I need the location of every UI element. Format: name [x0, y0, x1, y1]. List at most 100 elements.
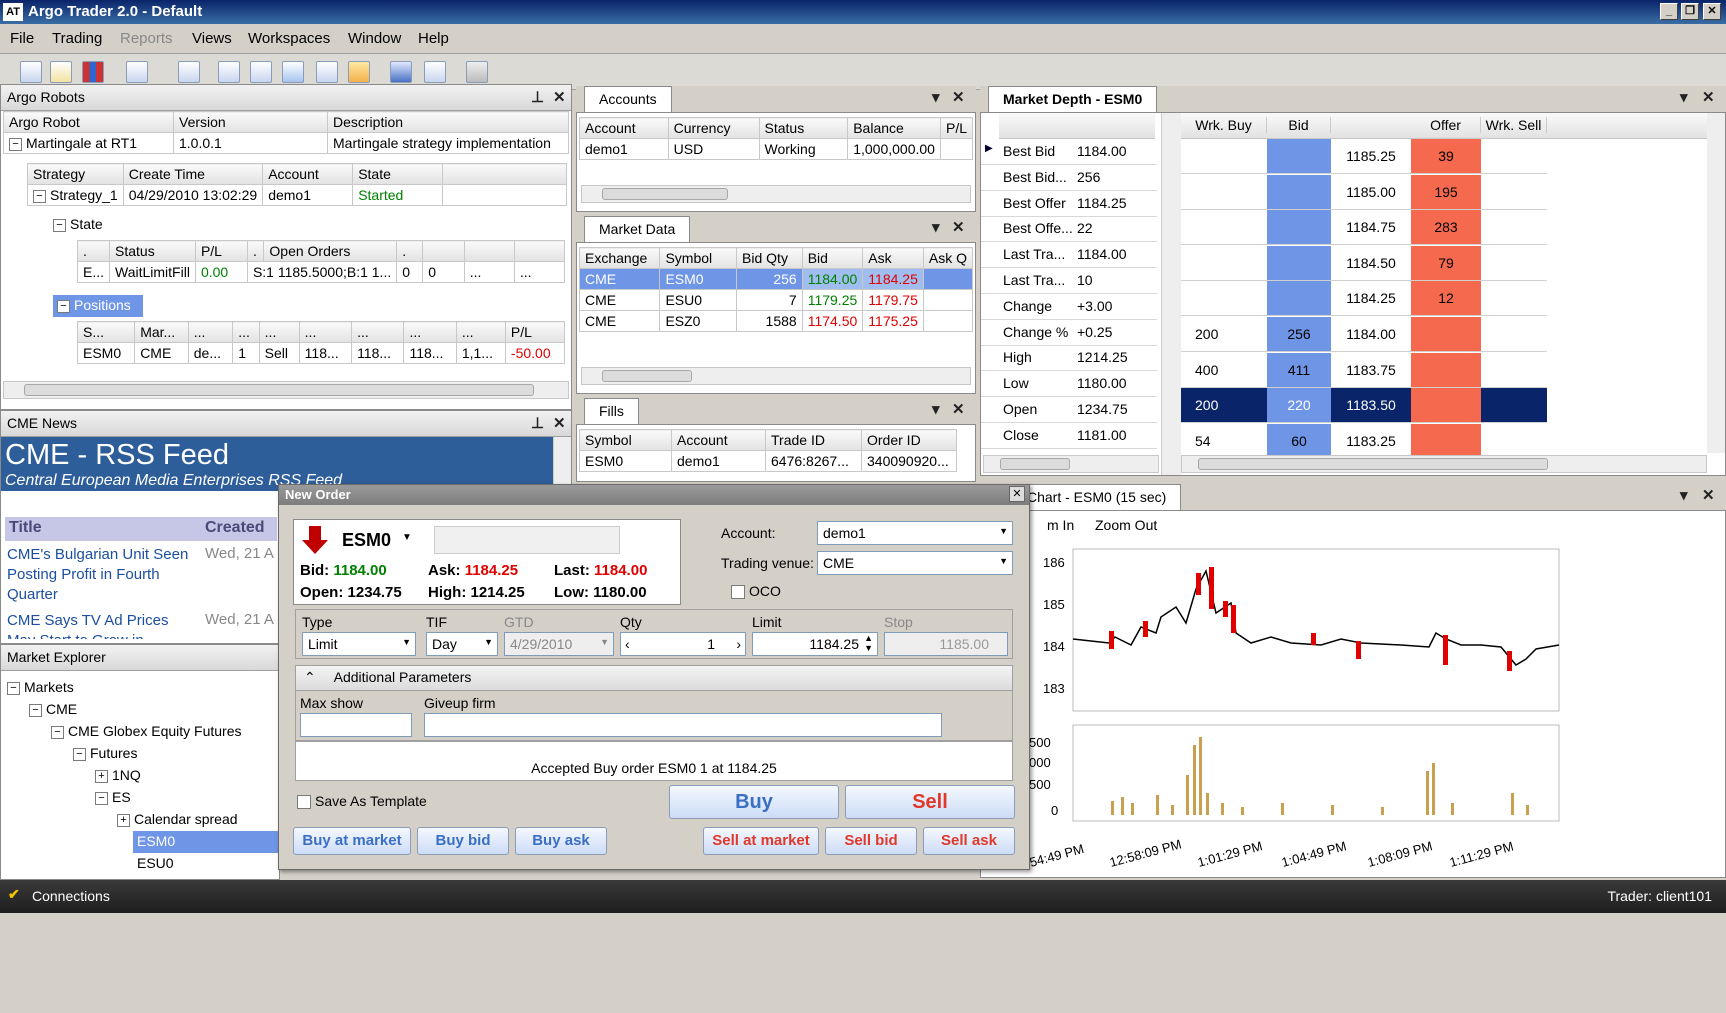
collapse-icon[interactable]: − — [9, 137, 22, 151]
news-item[interactable]: CME Says TV Ad Prices May Start to Grow … — [7, 611, 197, 639]
close-panel-icon[interactable]: ✕ — [952, 400, 965, 418]
col-symbol[interactable]: Symbol — [579, 429, 672, 451]
table-row[interactable]: CME ESZ0 1588 1174.50 1175.25 — [578, 310, 974, 332]
table-row[interactable]: ESM0 CME de... 1 Sell 118... 118... 118... 1,1..… — [76, 342, 566, 364]
ladder-offer[interactable] — [1411, 352, 1481, 388]
giveup-field[interactable] — [424, 713, 942, 737]
depth-stat-row[interactable]: Best Offer 1184.25 — [981, 191, 1157, 217]
chevron-down-icon[interactable]: ▼ — [402, 532, 412, 543]
tif-select[interactable]: Day ▼ — [426, 632, 498, 656]
table-row[interactable]: demo1 USD Working 1,000,000.00 — [579, 138, 974, 160]
col[interactable]: ... — [298, 321, 353, 343]
buy-bid-button[interactable]: Buy bid — [417, 827, 509, 855]
col-account[interactable]: Account — [671, 429, 766, 451]
col-currency[interactable]: Currency — [667, 117, 760, 139]
ladder-column-header[interactable]: Bid — [1267, 117, 1331, 133]
ladder-wrk-buy[interactable]: 54 — [1181, 423, 1267, 455]
ladder-column-header[interactable]: Wrk. Buy — [1181, 117, 1267, 133]
horizontal-scrollbar[interactable] — [983, 455, 1159, 473]
type-select[interactable]: Limit ▼ — [302, 632, 416, 656]
ladder-bid[interactable]: 411 — [1267, 352, 1331, 388]
col-create-time[interactable]: Create Time — [122, 163, 264, 185]
ladder-offer[interactable]: 195 — [1411, 174, 1481, 210]
col-open-orders[interactable]: Open Orders — [263, 240, 398, 262]
ladder-bid[interactable] — [1267, 245, 1331, 281]
close-panel-icon[interactable]: ✕ — [952, 88, 965, 106]
col-created[interactable]: Created — [205, 519, 265, 537]
ladder-wrk-sell[interactable] — [1481, 423, 1547, 455]
tree-node-es[interactable]: − ES — [95, 789, 131, 805]
oco-checkbox[interactable] — [731, 585, 745, 599]
ladder-wrk-sell[interactable] — [1481, 210, 1547, 246]
col-bid-qty[interactable]: Bid Qty — [736, 247, 803, 269]
col-exchange[interactable]: Exchange — [578, 247, 661, 269]
buy-at-market-button[interactable]: Buy at market — [293, 827, 411, 855]
col-ask[interactable]: Ask — [862, 247, 924, 269]
ladder-wrk-buy[interactable]: 200 — [1181, 317, 1267, 352]
ladder-bid[interactable]: 60 — [1267, 423, 1331, 455]
ladder-offer[interactable] — [1411, 388, 1481, 424]
depth-stat-row[interactable]: Change % +0.25 — [981, 320, 1157, 346]
connections-label[interactable]: Connections — [32, 888, 110, 904]
new-icon[interactable] — [20, 61, 42, 83]
col-account[interactable]: Account — [579, 117, 669, 139]
ladder-price[interactable]: 1184.75 — [1331, 210, 1411, 246]
tree-node-esm0[interactable]: ESM0 — [133, 831, 279, 853]
ladder-price[interactable]: 1184.00 — [1331, 317, 1411, 352]
qty-stepper[interactable]: ‹ 1 › — [620, 632, 746, 656]
sell-bid-button[interactable]: Sell bid — [825, 827, 917, 855]
news-item[interactable]: CME's Bulgarian Unit Seen Posting Profit… — [7, 545, 197, 605]
col-pl[interactable]: P/L — [939, 117, 974, 139]
col[interactable]: ... — [455, 321, 506, 343]
venue-select[interactable]: CME ▼ — [817, 551, 1013, 575]
col[interactable]: ... — [232, 321, 260, 343]
col-trade-id[interactable]: Trade ID — [765, 429, 862, 451]
copy-icon[interactable] — [250, 61, 272, 83]
col-version[interactable]: Version — [173, 111, 328, 133]
sell-ask-button[interactable]: Sell ask — [923, 827, 1015, 855]
col-order-id[interactable]: Order ID — [861, 429, 957, 451]
depth-stat-row[interactable]: Last Tra... 1184.00 — [981, 242, 1157, 269]
col-symbol[interactable]: Symbol — [659, 247, 738, 269]
additional-params-header[interactable]: ⌃ Additional Parameters — [295, 665, 1013, 691]
horizontal-scrollbar[interactable] — [581, 367, 971, 385]
dropdown-icon[interactable]: ▾ — [932, 218, 940, 236]
ladder-bid[interactable]: 256 — [1267, 317, 1331, 352]
buy-button[interactable]: Buy — [669, 785, 839, 819]
col-account[interactable]: Account — [262, 163, 354, 185]
close-panel-icon[interactable]: ✕ — [553, 88, 566, 106]
save-all-icon[interactable] — [424, 61, 446, 83]
table-row[interactable]: − Strategy_1 04/29/2010 13:02:29 demo1 Start… — [27, 184, 567, 206]
table-row[interactable]: CME ESM0 256 1184.00 1184.25 — [578, 268, 974, 290]
tree-node-esu0[interactable]: ESU0 — [137, 855, 174, 871]
menu-file[interactable]: File — [10, 30, 34, 47]
ladder-price[interactable]: 1183.25 — [1331, 423, 1411, 455]
col-balance[interactable]: Balance — [847, 117, 941, 139]
ladder-wrk-buy[interactable] — [1181, 210, 1267, 246]
col-title[interactable]: Title — [9, 519, 42, 536]
depth-stat-row[interactable]: Close 1181.00 — [981, 423, 1157, 449]
ladder-column-header[interactable]: Offer — [1411, 117, 1481, 133]
table-row[interactable]: E... WaitLimitFill 0.00 S:1 1185.5000;B:… — [76, 261, 566, 283]
col-bid[interactable]: Bid — [801, 247, 864, 269]
ladder-offer[interactable]: 283 — [1411, 210, 1481, 246]
horizontal-scrollbar[interactable] — [1181, 455, 1707, 473]
close-panel-icon[interactable]: ✕ — [1702, 486, 1715, 504]
ladder-price[interactable]: 1183.75 — [1331, 352, 1411, 388]
collapse-icon[interactable]: − — [57, 299, 70, 313]
ladder-wrk-buy[interactable] — [1181, 174, 1267, 210]
ladder-wrk-sell[interactable] — [1481, 174, 1547, 210]
collapse-icon[interactable]: − — [95, 791, 108, 805]
table-row[interactable]: ESM0 demo1 6476:8267... 340090920... — [579, 450, 957, 472]
restore-button[interactable]: ❐ — [1681, 3, 1699, 20]
collapse-icon[interactable]: − — [29, 703, 42, 717]
collapse-icon[interactable]: − — [33, 189, 46, 203]
state-node[interactable]: − State — [53, 216, 103, 232]
tree-node-equity-futures[interactable]: − CME Globex Equity Futures — [51, 723, 242, 739]
tree-node-futures[interactable]: − Futures — [73, 745, 137, 761]
limit-price-field[interactable]: 1184.25 ▲ ▼ — [752, 632, 878, 656]
col[interactable]: ... — [187, 321, 234, 343]
ladder-price[interactable]: 1184.50 — [1331, 245, 1411, 281]
table-row[interactable]: − Martingale at RT1 1.0.0.1 Martingale stra… — [3, 132, 569, 154]
tab-fills[interactable]: Fills — [584, 398, 639, 424]
